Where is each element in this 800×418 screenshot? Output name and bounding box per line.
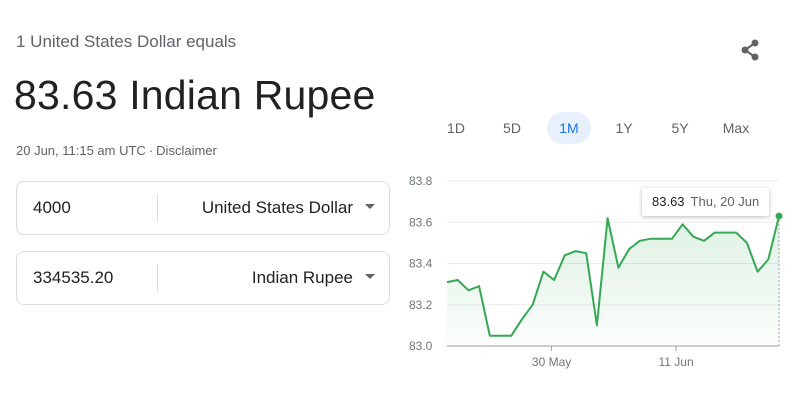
chevron-down-icon[interactable] — [365, 204, 375, 209]
range-tab-5d[interactable]: 5D — [492, 112, 532, 144]
share-button[interactable] — [736, 36, 764, 64]
y-tick-label: 83.2 — [409, 298, 433, 312]
to-converter: 334535.20 Indian Rupee — [16, 251, 390, 305]
y-tick-label: 83.4 — [409, 257, 433, 271]
range-tab-1d[interactable]: 1D — [436, 112, 476, 144]
from-converter: 4000 United States Dollar — [16, 181, 390, 235]
converted-value: 83.63 Indian Rupee — [14, 72, 376, 118]
x-tick-label: 30 May — [532, 355, 571, 369]
series-point-last — [775, 212, 783, 220]
range-tab-max[interactable]: Max — [714, 112, 758, 144]
from-divider — [157, 194, 158, 222]
tooltip-date: Thu, 20 Jun — [690, 194, 760, 209]
range-tab-1m[interactable]: 1M — [547, 112, 591, 144]
from-amount-input[interactable]: 4000 — [33, 182, 153, 234]
rate-timestamp: 20 Jun, 11:15 am UTC — [16, 143, 146, 158]
range-tab-1y[interactable]: 1Y — [604, 112, 644, 144]
conversion-label: 1 United States Dollar equals — [16, 32, 237, 51]
disclaimer-link[interactable]: Disclaimer — [156, 143, 217, 158]
y-tick-label: 83.6 — [409, 215, 433, 229]
range-tabs: 1D 5D 1M 1Y 5Y Max — [430, 112, 770, 144]
share-icon — [741, 39, 759, 61]
meta-separator: · — [148, 143, 154, 158]
from-currency-select[interactable]: United States Dollar — [202, 182, 353, 234]
tooltip-value: 83.63 — [652, 194, 685, 209]
to-amount-input[interactable]: 334535.20 — [33, 252, 153, 304]
x-tick-label: 11 Jun — [659, 355, 694, 369]
range-tab-5y[interactable]: 5Y — [660, 112, 700, 144]
y-tick-label: 83.0 — [409, 339, 433, 353]
to-currency-select[interactable]: Indian Rupee — [252, 252, 353, 304]
hover-tooltip: 83.63 Thu, 20 Jun — [642, 188, 770, 216]
y-tick-label: 83.8 — [409, 174, 433, 188]
series-area — [447, 216, 779, 346]
chevron-down-icon[interactable] — [365, 274, 375, 279]
rate-meta: 20 Jun, 11:15 am UTC · Disclaimer — [16, 143, 217, 158]
to-divider — [157, 264, 158, 292]
